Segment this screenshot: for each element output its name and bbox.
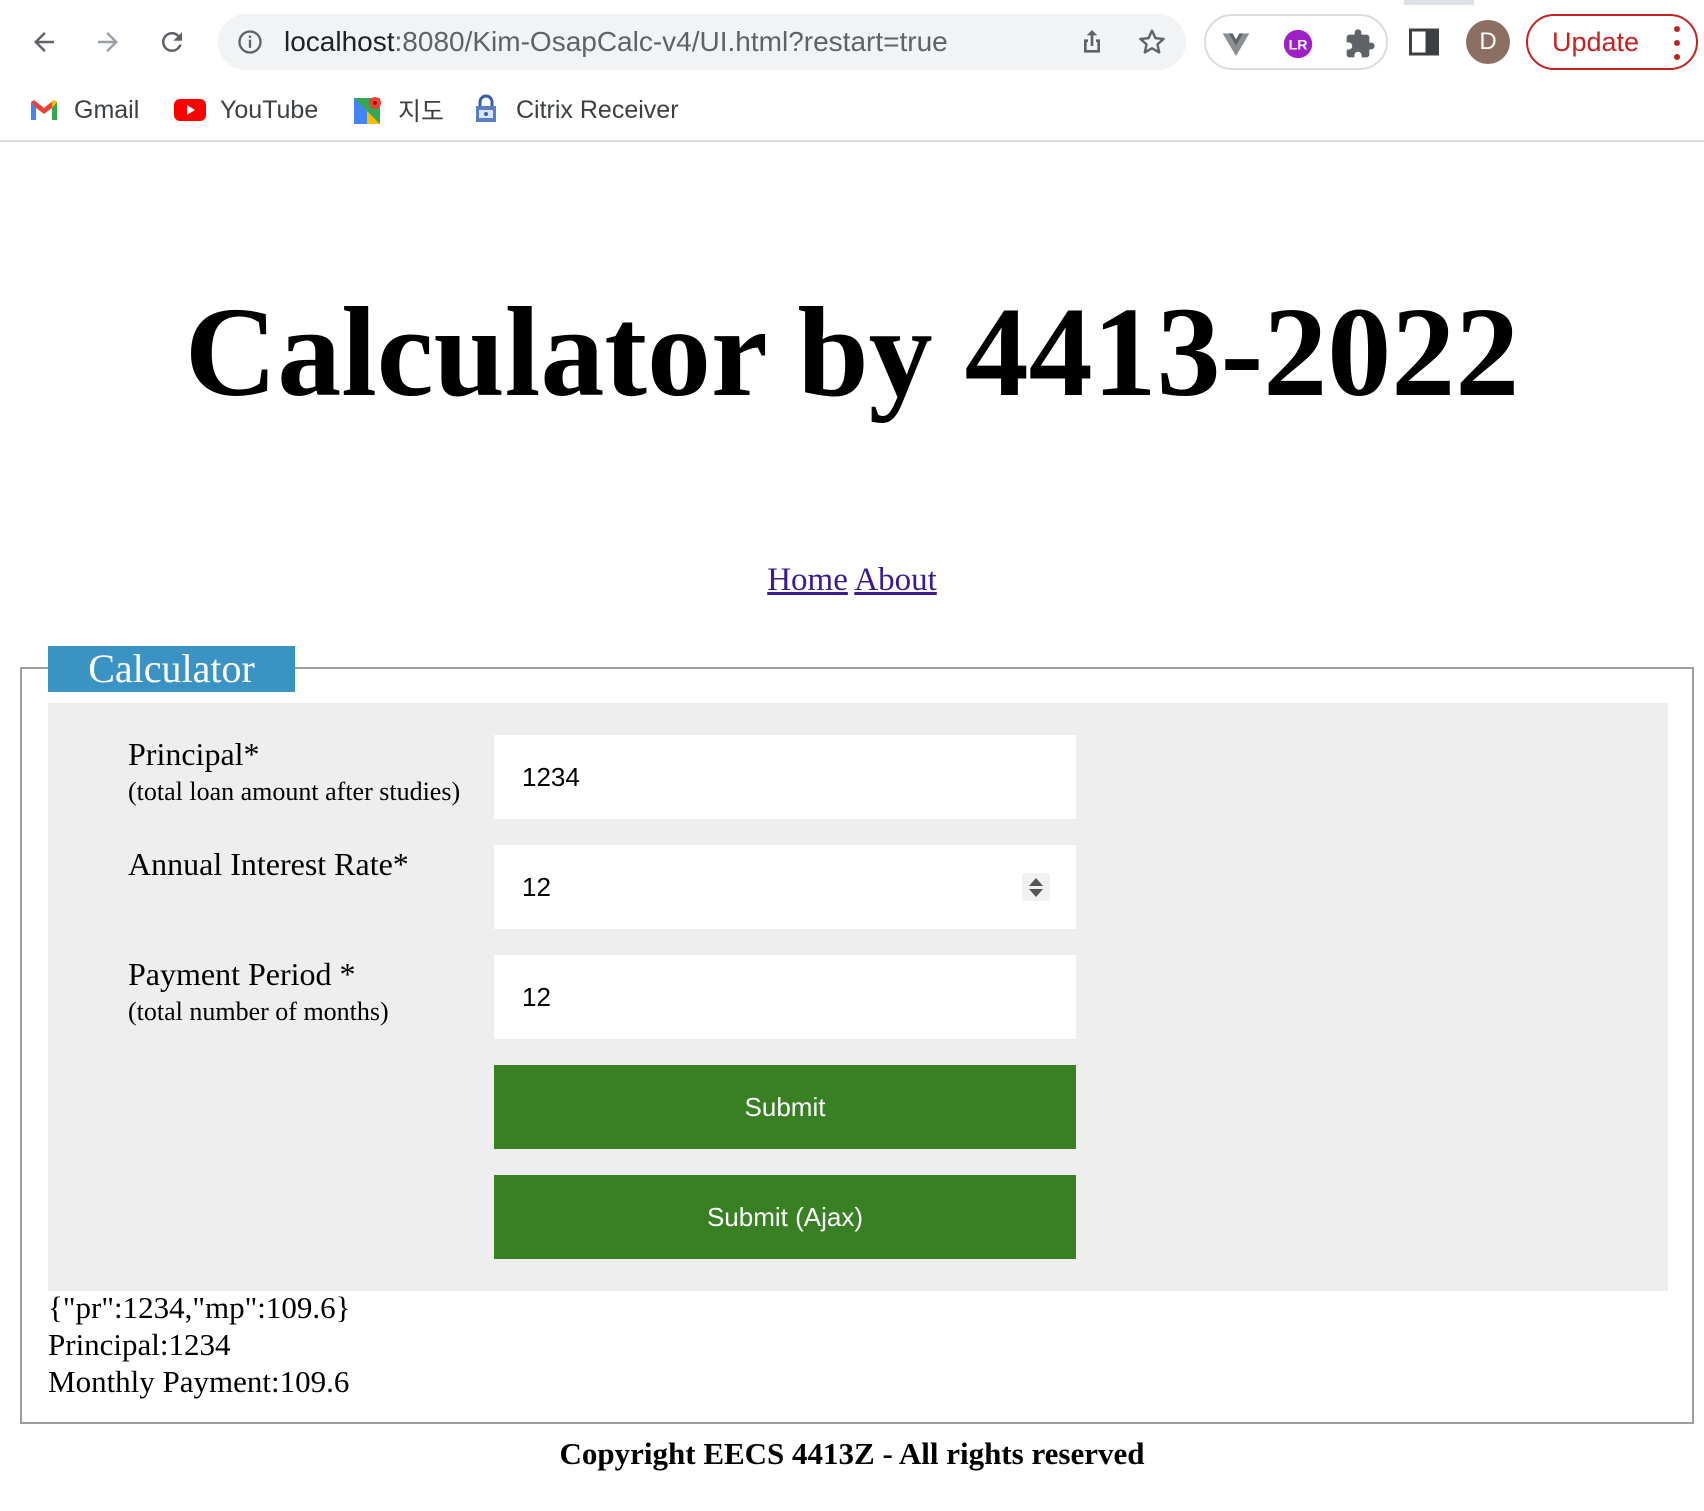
payment-period-value: 12 [522, 981, 551, 1012]
maps-icon [352, 94, 384, 126]
bookmark-gmail[interactable]: Gmail [28, 92, 139, 128]
page-title: Calculator by 4413-2022 [184, 281, 1520, 423]
calculator-legend: Calculator [48, 646, 295, 692]
back-icon[interactable] [22, 20, 66, 64]
citrix-icon [470, 94, 502, 126]
vue-devtools-icon[interactable] [1218, 26, 1254, 62]
url-path: :8080/Kim-OsapCalc-v4/UI.html?restart=tr… [394, 26, 948, 57]
submit-button[interactable]: Submit [494, 1065, 1076, 1149]
bookmarks-bar: Gmail YouTube 지도 Citrix Receiver [0, 90, 1704, 130]
calculator-form: Principal* (total loan amount after stud… [48, 703, 1668, 1291]
bookmark-label: YouTube [220, 95, 319, 124]
bookmark-youtube[interactable]: YouTube [174, 92, 318, 128]
tab-strip [0, 0, 1704, 5]
update-button[interactable]: Update [1526, 14, 1698, 70]
home-link[interactable]: Home [767, 562, 848, 598]
update-label: Update [1552, 26, 1640, 57]
payment-period-hint: (total number of months) [128, 997, 389, 1026]
interest-rate-value: 12 [522, 871, 551, 902]
page-nav: Home About [0, 560, 1704, 600]
bookmark-citrix[interactable]: Citrix Receiver [470, 92, 679, 128]
principal-input[interactable]: 1234 [494, 735, 1076, 819]
browser-toolbar: localhost:8080/Kim-OsapCalc-v4/UI.html?r… [0, 0, 1704, 142]
url-text[interactable]: localhost:8080/Kim-OsapCalc-v4/UI.html?r… [284, 26, 948, 58]
principal-label: Principal* [128, 736, 260, 772]
result-monthly-payment: Monthly Payment:109.6 [48, 1364, 350, 1399]
tab-edge [1474, 0, 1704, 5]
number-spinner-icon[interactable] [1022, 873, 1050, 901]
reload-icon[interactable] [150, 20, 194, 64]
svg-text:LR: LR [1289, 38, 1308, 54]
url-host: localhost [284, 26, 395, 57]
payment-period-input[interactable]: 12 [494, 955, 1076, 1039]
address-bar[interactable]: localhost:8080/Kim-OsapCalc-v4/UI.html?r… [218, 14, 1186, 70]
bookmark-maps[interactable]: 지도 [352, 92, 444, 128]
extension-lr-icon[interactable]: LR [1280, 26, 1316, 62]
submit-ajax-button[interactable]: Submit (Ajax) [494, 1175, 1076, 1259]
profile-avatar[interactable]: D [1466, 20, 1510, 64]
interest-rate-label: Annual Interest Rate* [128, 846, 409, 882]
share-icon[interactable] [1076, 26, 1108, 58]
principal-value: 1234 [522, 761, 580, 792]
gmail-icon [28, 94, 60, 126]
bookmark-label: Citrix Receiver [516, 95, 679, 124]
puzzle-icon[interactable] [1342, 26, 1378, 62]
result-principal: Principal:1234 [48, 1327, 231, 1362]
principal-hint: (total loan amount after studies) [128, 777, 461, 806]
kebab-menu-icon[interactable] [1672, 26, 1682, 60]
payment-period-label: Payment Period * [128, 956, 356, 992]
footer-copyright: Copyright EECS 4413Z - All rights reserv… [559, 1436, 1145, 1471]
youtube-icon [174, 94, 206, 126]
interest-rate-input[interactable]: 12 [494, 845, 1076, 929]
active-tab-edge [0, 0, 1404, 5]
star-icon[interactable] [1136, 26, 1168, 58]
result-json: {"pr":1234,"mp":109.6} [48, 1290, 351, 1325]
about-link[interactable]: About [854, 562, 937, 598]
bookmark-label: Gmail [74, 95, 140, 124]
forward-icon[interactable] [86, 20, 130, 64]
side-panel-icon[interactable] [1406, 24, 1442, 60]
extensions-group: LR [1204, 14, 1388, 70]
info-icon[interactable] [236, 28, 264, 56]
bookmark-label: 지도 [398, 98, 445, 126]
